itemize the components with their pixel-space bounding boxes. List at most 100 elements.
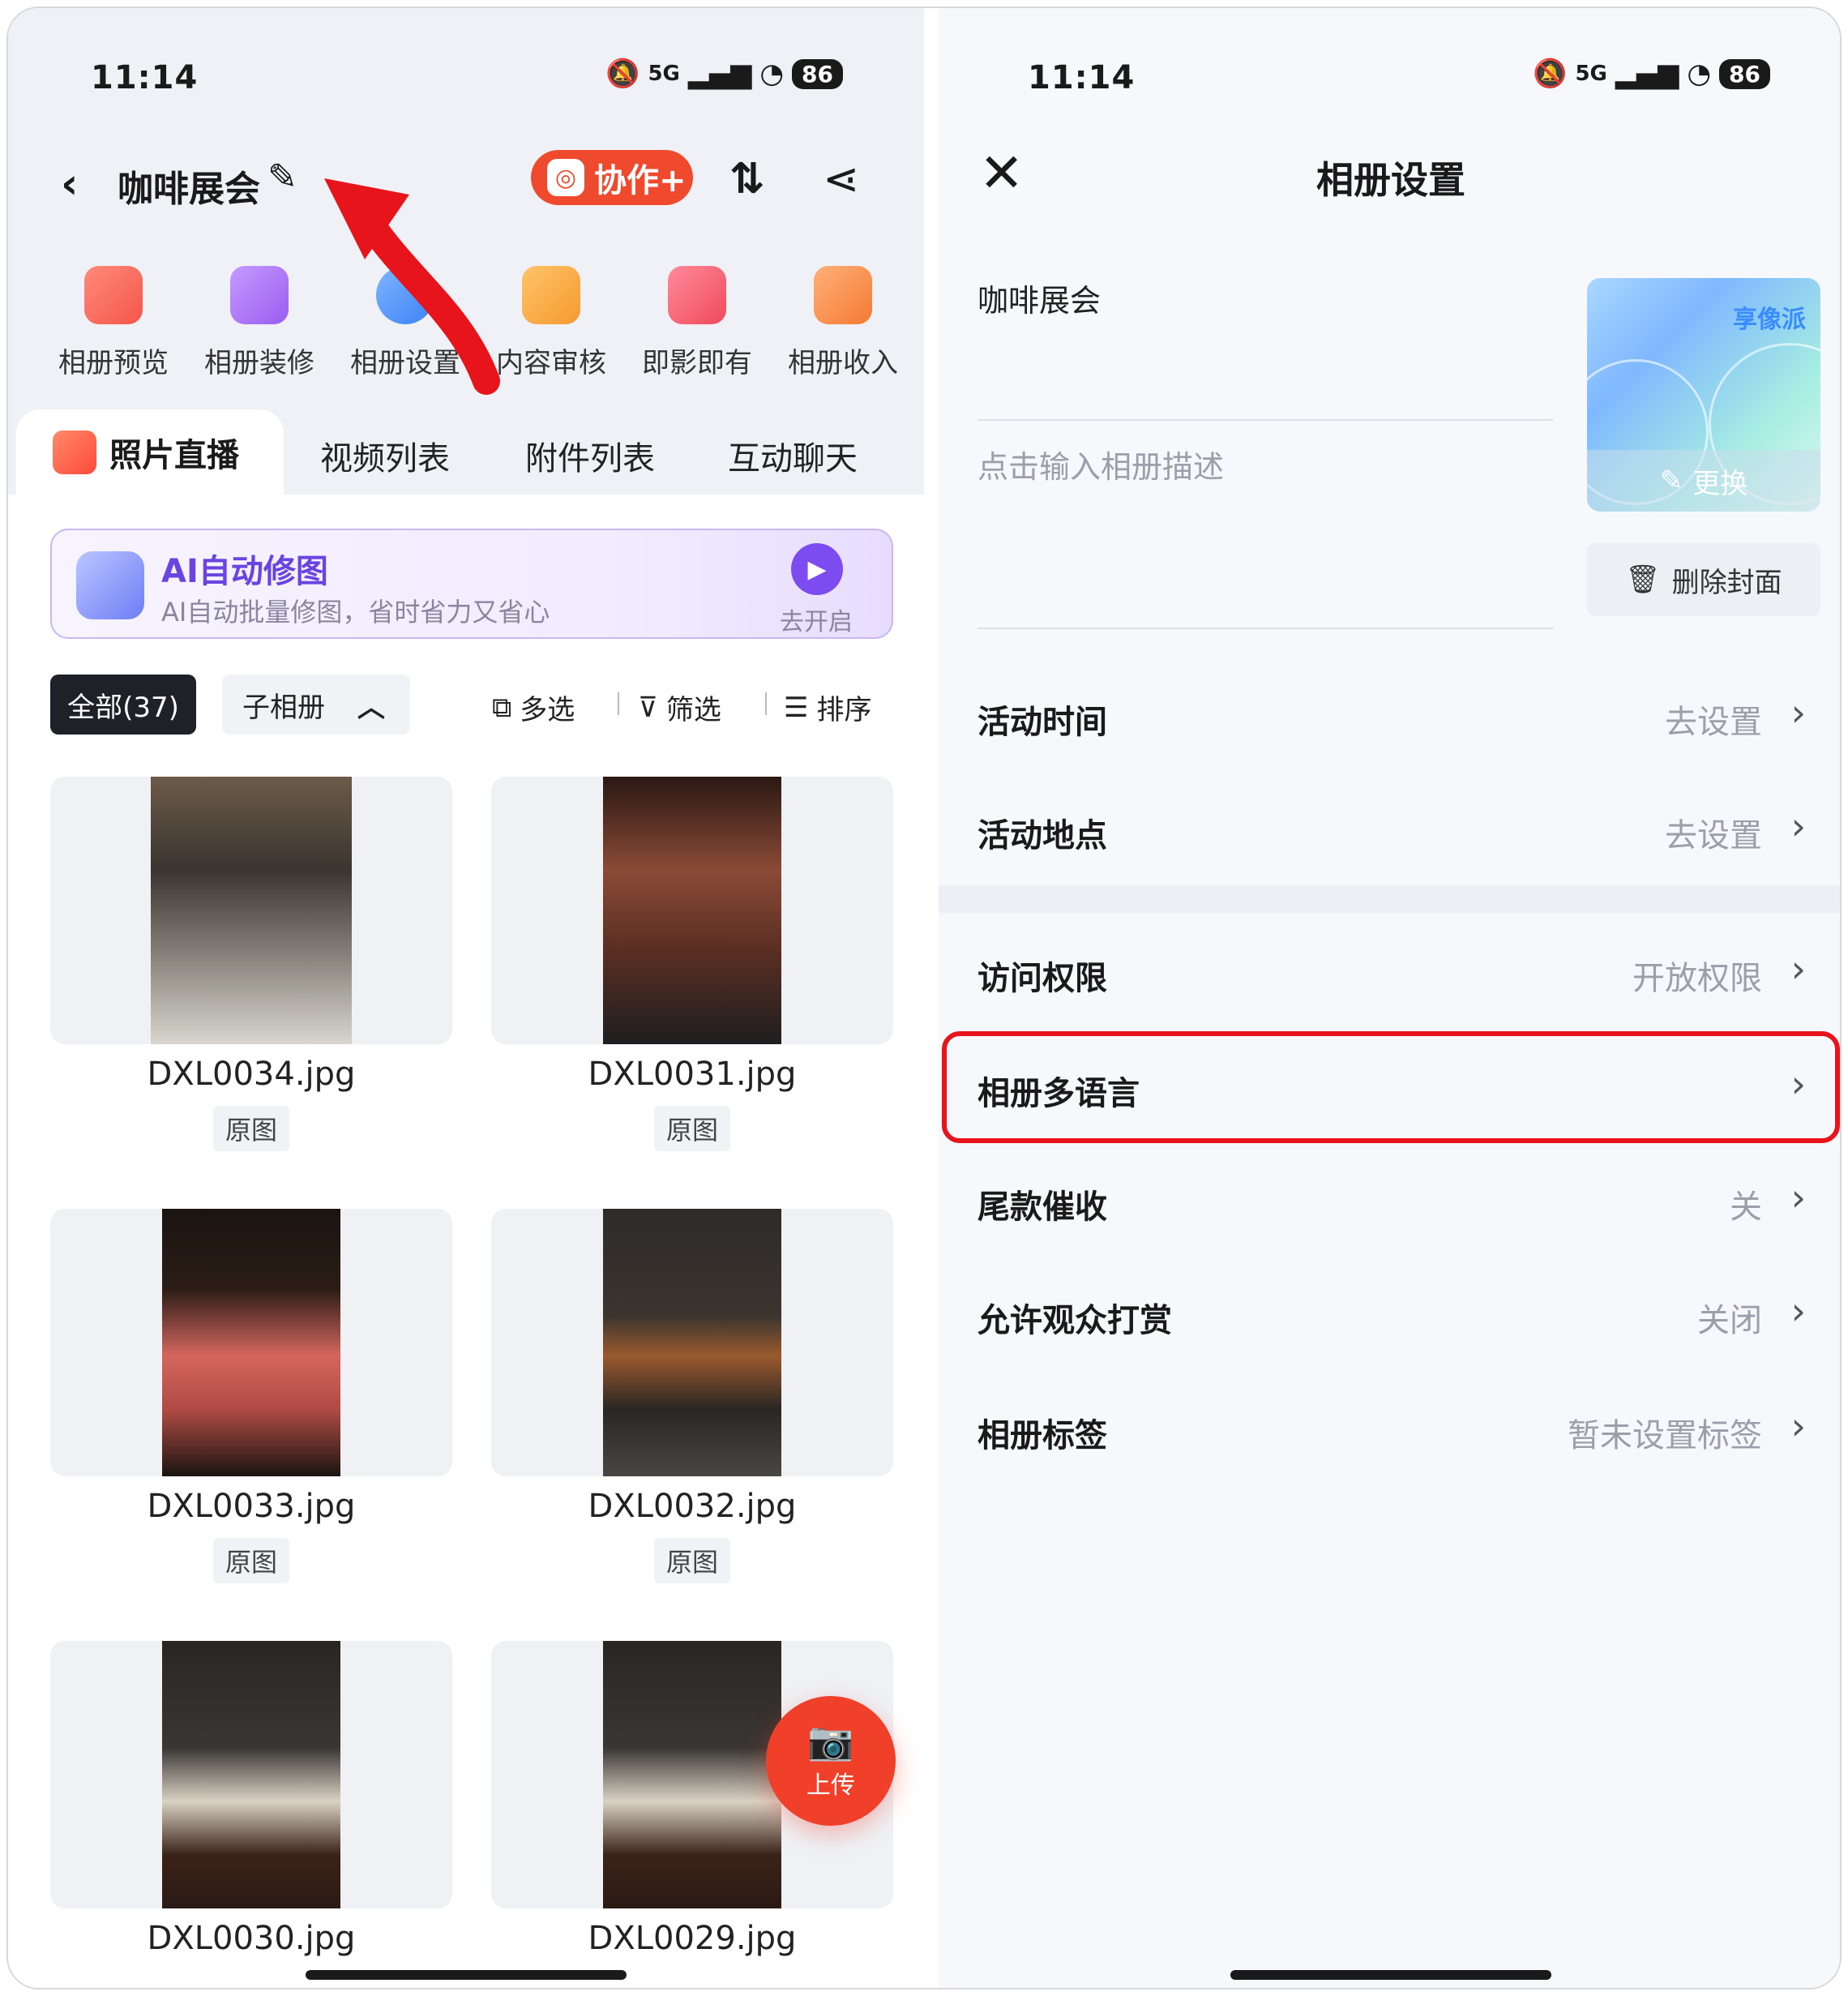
back-icon[interactable]: ‹ (61, 160, 78, 208)
chevron-right-icon: › (1790, 1404, 1806, 1448)
original-tag: 原图 (654, 1106, 730, 1151)
row-access-permission[interactable]: 访问权限 开放权限 › (939, 914, 1840, 1028)
tab-video-list[interactable]: 视频列表 (320, 432, 450, 479)
photo-thumbnail (151, 777, 352, 1044)
filter-all-chip[interactable]: 全部(37) (50, 675, 196, 735)
share-icon[interactable]: ⋖ (823, 153, 859, 204)
tool-album-decor[interactable]: 相册装修 (186, 266, 332, 388)
brand-logo: 享像派 (1733, 306, 1806, 334)
album-settings-page: 11:14 🔕 5G ▂▄▆ ◔ 86 ✕ 相册设置 咖啡展会 点击输入相册描述… (939, 8, 1840, 1988)
photo-filename: DXL0029.jpg (588, 1920, 797, 1957)
home-indicator (1230, 1970, 1551, 1980)
album-description-field[interactable]: 点击输入相册描述 (977, 442, 1224, 486)
row-album-tags[interactable]: 相册标签 暂未设置标签 › (939, 1372, 1840, 1485)
photo-thumbnail (162, 1641, 340, 1908)
enable-link[interactable]: 去开启 (780, 602, 853, 637)
chevron-right-icon: › (1790, 1289, 1806, 1333)
page-title: 相册设置 (1316, 158, 1465, 202)
sort-button[interactable]: ☰ 排序 (784, 687, 871, 727)
mute-icon: 🔕 (1533, 58, 1568, 90)
tab-interactive-chat[interactable]: 互动聊天 (728, 432, 858, 479)
chevron-right-icon: › (1790, 1176, 1806, 1219)
tool-instant[interactable]: 即影即有 (624, 266, 770, 388)
photo-card[interactable]: DXL0032.jpg 原图 (491, 1209, 893, 1583)
edit-icon: ✎ (1659, 465, 1683, 497)
change-cover-button[interactable]: ✎ 更换 (1587, 450, 1820, 512)
trash-icon: 🗑 (1625, 563, 1661, 596)
camera-icon: ◎ (547, 159, 584, 196)
chevron-right-icon: › (1790, 804, 1806, 848)
row-balance-collection[interactable]: 尾款催收 关 › (939, 1143, 1840, 1257)
photo-thumbnail (603, 777, 781, 1044)
chevron-up-icon: ︿ (357, 691, 385, 724)
edit-icon[interactable]: ✎ (267, 156, 297, 198)
chevron-right-icon: › (1790, 691, 1806, 735)
review-icon (522, 266, 580, 324)
album-title[interactable]: 咖啡展会 (118, 160, 260, 212)
photo-thumbnail (162, 1209, 340, 1476)
status-time: 11:14 (91, 59, 199, 96)
collab-button[interactable]: ◎ 协作+ (531, 150, 693, 205)
multi-select-button[interactable]: ⧉ 多选 (492, 687, 575, 727)
signal-icon: 5G (648, 62, 680, 86)
camera-upload-icon: 📷 (807, 1719, 854, 1763)
original-tag: 原图 (654, 1538, 730, 1583)
status-bar: 11:14 🔕 5G ▂▄▆ ◔ 86 (8, 53, 924, 101)
delete-cover-button[interactable]: 🗑 删除封面 (1587, 543, 1820, 616)
play-icon[interactable]: ▶ (791, 543, 843, 595)
highlight-box (942, 1031, 1840, 1143)
photo-card[interactable]: DXL0033.jpg 原图 (50, 1209, 452, 1583)
content-tabs: 照片直播 视频列表 附件列表 互动聊天 (8, 409, 924, 495)
row-allow-tipping[interactable]: 允许观众打赏 关闭 › (939, 1257, 1840, 1370)
signal-bars-icon: ▂▄▆ (687, 58, 752, 90)
tab-attachment-list[interactable]: 附件列表 (525, 432, 655, 479)
wifi-icon: ◔ (759, 58, 785, 90)
tool-album-income[interactable]: 相册收入 (770, 266, 916, 388)
photo-filename: DXL0034.jpg (147, 1056, 356, 1093)
ai-robot-icon (76, 551, 144, 619)
income-icon (814, 266, 872, 324)
home-indicator (306, 1970, 627, 1980)
funnel-icon: ⊽ (638, 691, 658, 724)
sub-album-dropdown[interactable]: 子相册 ︿ (222, 675, 410, 735)
instant-icon (668, 266, 726, 324)
annotation-arrow (324, 178, 500, 395)
signal-bars-icon: ▂▄▆ (1615, 58, 1679, 90)
sort-arrows-icon[interactable]: ⇅ (729, 155, 765, 203)
ai-retouch-banner[interactable]: AI自动修图 AI自动批量修图，省时省力又省心 ▶ 去开启 (50, 529, 893, 639)
original-tag: 原图 (213, 1106, 289, 1151)
sort-icon: ☰ (784, 691, 809, 724)
filter-bar: 全部(37) 子相册 ︿ ⧉ 多选 ⊽ 筛选 ☰ 排序 (50, 675, 893, 736)
upload-button[interactable]: 📷 上传 (766, 1696, 896, 1826)
multi-select-icon: ⧉ (492, 691, 512, 724)
row-activity-time[interactable]: 活动时间 去设置 › (939, 658, 1840, 772)
row-activity-location[interactable]: 活动地点 去设置 › (939, 772, 1840, 885)
photo-filename: DXL0030.jpg (147, 1920, 356, 1957)
original-tag: 原图 (213, 1538, 289, 1583)
photo-card[interactable]: DXL0030.jpg (50, 1641, 452, 1957)
status-time: 11:14 (1028, 59, 1136, 96)
photo-filename: DXL0032.jpg (588, 1488, 797, 1525)
filter-button[interactable]: ⊽ 筛选 (638, 687, 721, 727)
tool-album-preview[interactable]: 相册预览 (41, 266, 186, 388)
photo-filename: DXL0033.jpg (147, 1488, 356, 1525)
tab-photo-live[interactable]: 照片直播 (16, 409, 284, 495)
decor-icon (230, 266, 289, 324)
album-name-field[interactable]: 咖啡展会 (977, 276, 1101, 320)
cover-image[interactable]: 享像派 ✎ 更换 (1587, 278, 1820, 512)
photo-card[interactable]: DXL0031.jpg 原图 (491, 777, 893, 1151)
status-bar: 11:14 🔕 5G ▂▄▆ ◔ 86 (939, 53, 1840, 101)
photo-card[interactable]: DXL0034.jpg 原图 (50, 777, 452, 1151)
battery-icon: 86 (1719, 58, 1770, 89)
photo-icon (53, 430, 96, 474)
photo-thumbnail (603, 1641, 781, 1908)
screenshot-frame: 11:14 🔕 5G ▂▄▆ ◔ 86 ‹ 咖啡展会 ✎ ◎ 协作+ ⇅ ⋖ 相… (6, 6, 1842, 1990)
signal-icon: 5G (1575, 62, 1607, 86)
chevron-right-icon: › (1790, 947, 1806, 991)
photo-thumbnail (603, 1209, 781, 1476)
battery-icon: 86 (792, 58, 843, 89)
album-page: 11:14 🔕 5G ▂▄▆ ◔ 86 ‹ 咖啡展会 ✎ ◎ 协作+ ⇅ ⋖ 相… (8, 8, 924, 1988)
photo-filename: DXL0031.jpg (588, 1056, 797, 1093)
preview-icon (84, 266, 143, 324)
mute-icon: 🔕 (605, 58, 640, 90)
